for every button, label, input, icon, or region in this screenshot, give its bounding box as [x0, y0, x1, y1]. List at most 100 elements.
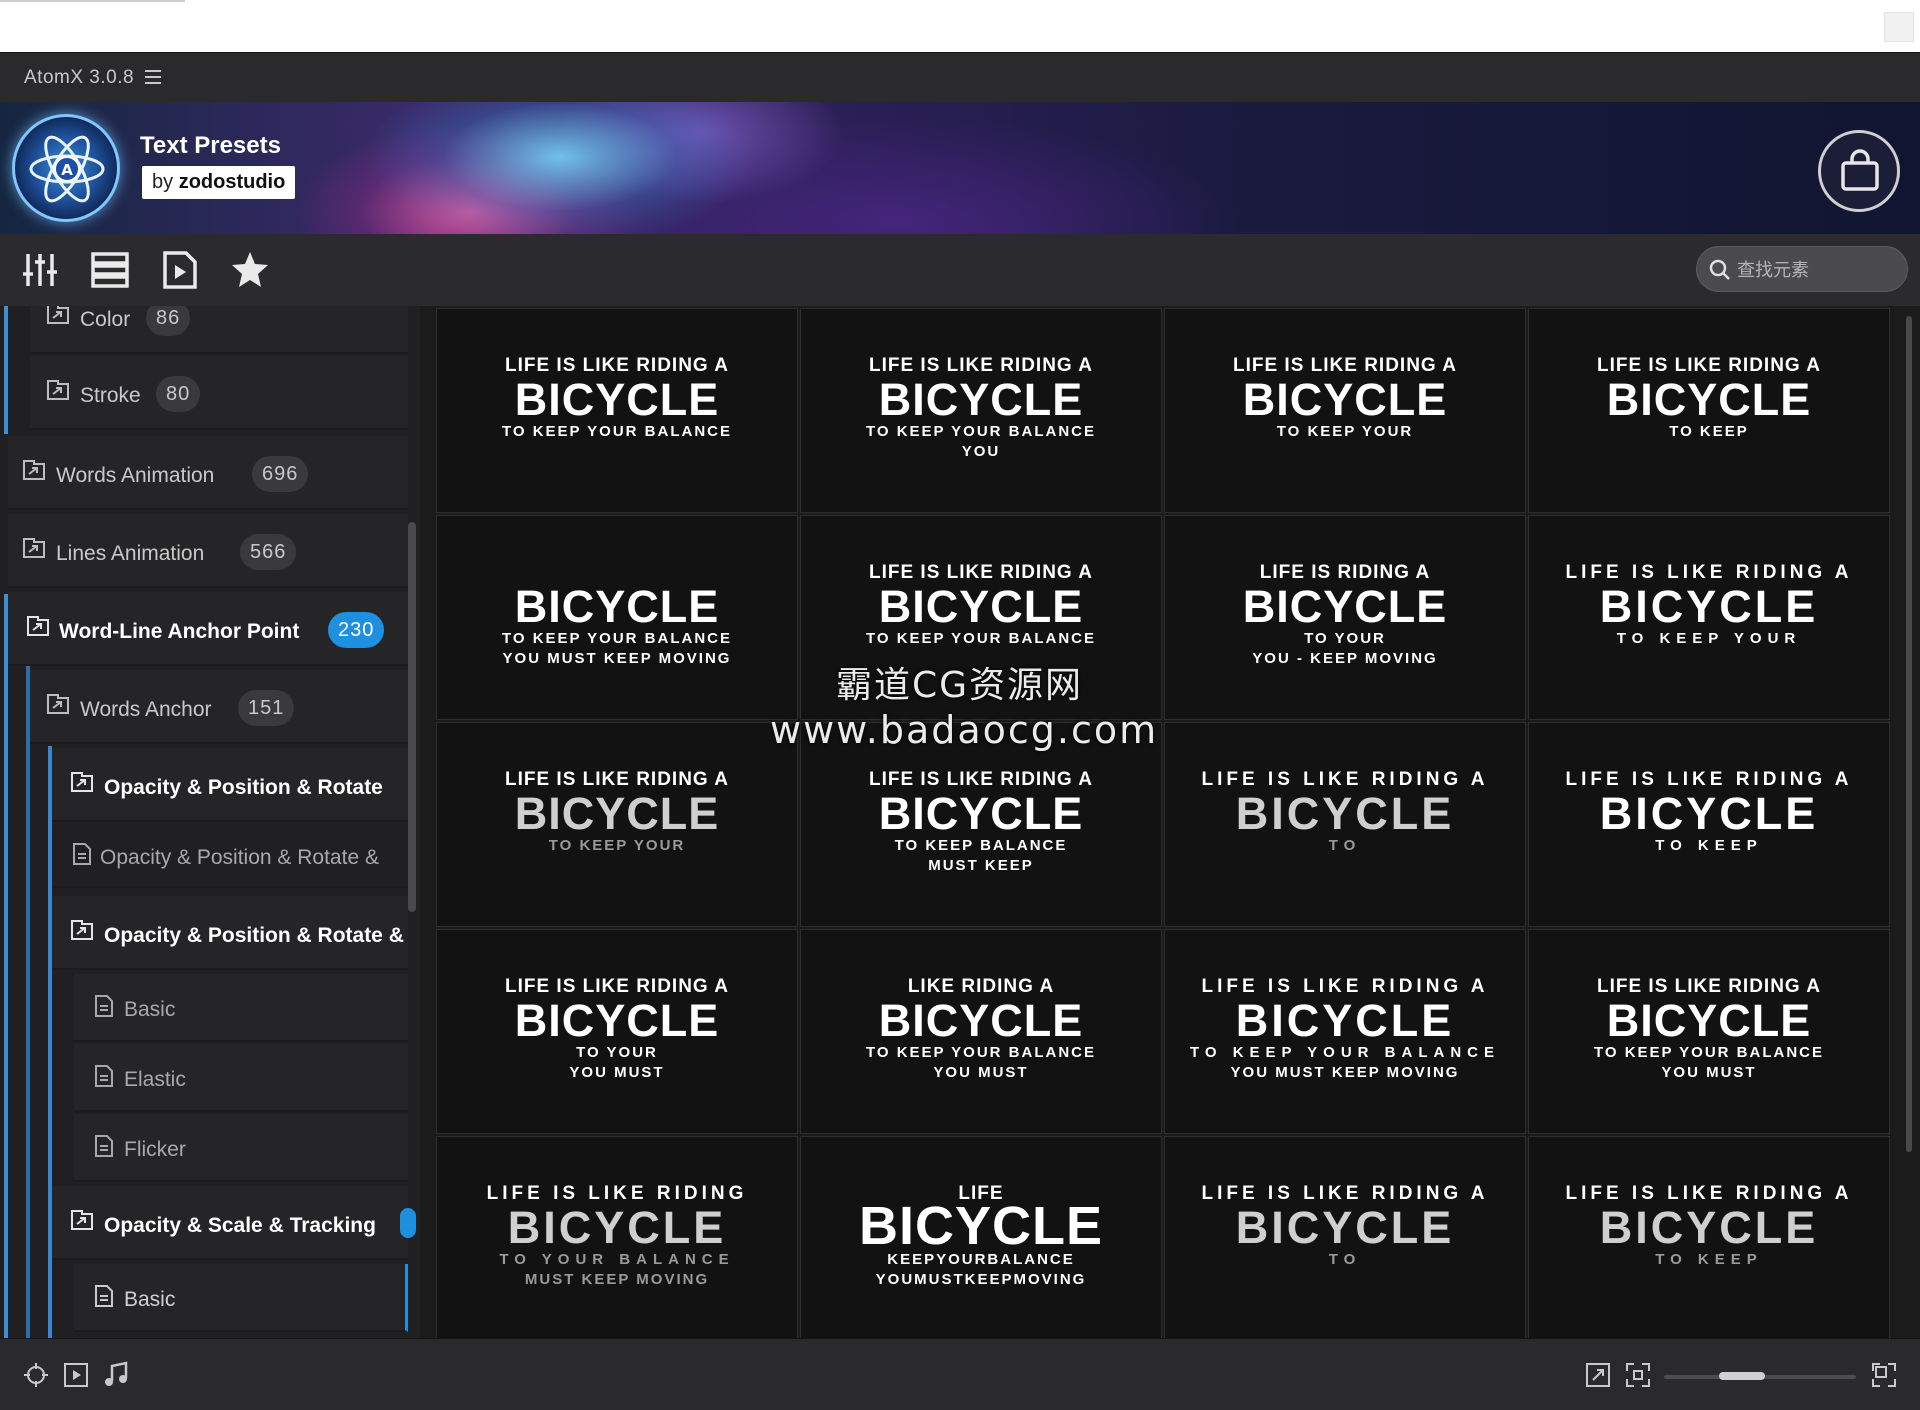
- preset-text-line: YOUMUSTKEEPMOVING: [875, 1271, 1087, 1288]
- list-icon[interactable]: [90, 250, 130, 290]
- count-badge: 230: [328, 612, 385, 648]
- preset-text-line: BICYCLE: [1599, 1202, 1819, 1253]
- sidebar-item-lines-animation[interactable]: Lines Animation 566: [8, 514, 408, 588]
- banner-author: by zodostudio: [142, 166, 296, 199]
- watermark-text: 霸道CG资源网: [836, 665, 1084, 706]
- sidebar-item-words-animation[interactable]: Words Animation 696: [8, 436, 408, 510]
- preset-text-line: YOU MUST: [569, 1064, 665, 1081]
- preset-text-line: BICYCLE: [878, 788, 1084, 839]
- category-sidebar: Color 86 Stroke 80 Words Animation 696 L…: [0, 306, 420, 1338]
- preset-thumbnail[interactable]: LIFE IS LIKE RIDING A BICYCLE TO KEEP YOUR: [436, 722, 798, 927]
- watermark-url: www.badaocg.com: [770, 708, 1159, 752]
- document-icon: [95, 1285, 113, 1307]
- tree-rail: [26, 662, 30, 1338]
- preset-thumbnail[interactable]: LIFE IS LIKE RIDING A BICYCLE TO KEEP BALA…: [800, 722, 1162, 927]
- slider-knob[interactable]: [1719, 1372, 1765, 1380]
- preset-thumbnail[interactable]: LIFE IS LIKE RIDING A BICYCLE TO KEEP YOUR…: [436, 308, 798, 513]
- expand-image-icon[interactable]: [1584, 1361, 1612, 1389]
- sidebar-item-opacity-scale-tracking[interactable]: Opacity & Scale & Tracking: [52, 1186, 416, 1260]
- video-play-icon[interactable]: [62, 1361, 90, 1389]
- tab-indicator: [0, 0, 185, 2]
- sliders-icon[interactable]: [20, 250, 60, 290]
- preset-thumbnail[interactable]: LIFE IS LIKE RIDING A BICYCLE TO: [1164, 1136, 1526, 1341]
- grid-small-icon[interactable]: [1624, 1361, 1652, 1389]
- sidebar-item-opacity-position-rotate[interactable]: Opacity & Position & Rotate: [52, 748, 408, 822]
- banner-title: Text Presets: [140, 132, 281, 159]
- preset-thumbnail[interactable]: LIFE IS LIKE RIDING A BICYCLE TO KEEP YOUR…: [1164, 929, 1526, 1134]
- document-icon: [73, 843, 91, 865]
- bottom-bar: [0, 1338, 1920, 1410]
- star-icon[interactable]: [230, 250, 270, 290]
- folder-link-icon: [71, 1210, 93, 1230]
- window-control-button[interactable]: [1884, 12, 1914, 42]
- preset-thumbnail[interactable]: LIKE RIDING A BICYCLE TO KEEP YOUR BALANCE…: [800, 929, 1162, 1134]
- sidebar-item-label: Color: [80, 308, 131, 331]
- shop-bag-button[interactable]: [1818, 130, 1900, 212]
- folder-link-icon: [71, 920, 93, 940]
- preset-thumbnail[interactable]: LIFE IS LIKE RIDING BICYCLE TO YOUR BALANC…: [436, 1136, 798, 1341]
- sidebar-item-opacity-position-rotate-file[interactable]: Opacity & Position & Rotate &: [52, 822, 408, 888]
- sidebar-item-opacity-position-rotate-expanded[interactable]: Opacity & Position & Rotate &: [52, 896, 408, 970]
- count-badge: 696: [252, 456, 309, 492]
- preset-text-line: BICYCLE: [1606, 995, 1812, 1046]
- preset-text-line: KEEPYOURBALANCE: [887, 1251, 1075, 1268]
- preset-text-line: BICYCLE: [1235, 1202, 1455, 1253]
- sidebar-item-elastic[interactable]: Elastic: [74, 1044, 408, 1112]
- sidebar-item-label: Opacity & Scale & Tracking: [104, 1214, 376, 1237]
- grid-large-icon[interactable]: [1870, 1361, 1898, 1389]
- preset-thumbnail[interactable]: LIFE IS LIKE RIDING A BICYCLE TO KEEP: [1528, 722, 1890, 927]
- sidebar-item-label: Basic: [124, 1288, 176, 1311]
- preset-text-line: TO KEEP: [1669, 423, 1749, 440]
- thumbnail-size-slider[interactable]: [1664, 1372, 1856, 1380]
- music-note-icon[interactable]: [102, 1361, 130, 1389]
- preset-thumbnail[interactable]: LIFE IS LIKE RIDING A BICYCLE TO KEEP YOUR: [1164, 308, 1526, 513]
- sidebar-item-words-anchor[interactable]: Words Anchor 151: [30, 670, 408, 744]
- sidebar-item-label: Opacity & Position & Rotate &: [104, 924, 404, 947]
- preset-text-line: TO KEEP: [1655, 837, 1763, 854]
- preset-thumbnail[interactable]: LIFE IS LIKE RIDING A BICYCLE TO KEEP YOUR…: [1528, 929, 1890, 1134]
- preset-thumbnail[interactable]: LIFE IS LIKE RIDING A BICYCLE TO: [1164, 722, 1526, 927]
- preset-text-line: BICYCLE: [878, 581, 1084, 632]
- preset-text-line: BICYCLE: [514, 581, 720, 632]
- preset-thumbnail[interactable]: LIFE IS LIKE RIDING A BICYCLE TO KEEP YOUR…: [800, 308, 1162, 513]
- folder-link-icon: [71, 772, 93, 792]
- sidebar-item-basic[interactable]: Basic: [74, 974, 408, 1042]
- preset-text-line: TO KEEP YOUR BALANCE: [1593, 1044, 1825, 1061]
- preset-thumbnail[interactable]: BICYCLE TO KEEP YOUR BALANCE YOU MUST KEEP…: [436, 515, 798, 720]
- sidebar-item-flicker[interactable]: Flicker: [74, 1114, 408, 1182]
- object-layer-icon[interactable]: [22, 1361, 50, 1389]
- preset-thumbnail[interactable]: LIFE IS LIKE RIDING A BICYCLE TO YOUR YOU M…: [436, 929, 798, 1134]
- preset-text-line: TO KEEP YOUR BALANCE: [1189, 1044, 1501, 1061]
- sidebar-item-label: Word-Line Anchor Point: [59, 620, 300, 643]
- preset-text-line: TO YOUR: [576, 1044, 658, 1061]
- hamburger-menu-icon[interactable]: [145, 70, 161, 84]
- preset-thumbnail[interactable]: LIFE IS LIKE RIDING A BICYCLE TO KEEP YOUR: [1528, 515, 1890, 720]
- preset-text-line: YOU MUST KEEP MOVING: [1230, 1064, 1460, 1081]
- folder-link-icon: [27, 616, 49, 636]
- sidebar-item-color[interactable]: Color 86: [30, 306, 408, 354]
- preset-thumbnail[interactable]: LIFE IS RIDING A BICYCLE TO YOUR YOU - KEEP…: [1164, 515, 1526, 720]
- count-badge: 86: [146, 306, 191, 336]
- search-box[interactable]: [1696, 246, 1908, 292]
- sidebar-item-word-line-anchor-point[interactable]: Word-Line Anchor Point 230: [8, 592, 408, 666]
- preset-text-line: TO KEEP BALANCE: [894, 837, 1068, 854]
- preset-thumbnail[interactable]: LIFE IS LIKE RIDING A BICYCLE TO KEEP: [1528, 1136, 1890, 1341]
- sidebar-item-label: Stroke: [80, 384, 141, 407]
- grid-scrollbar[interactable]: [1906, 316, 1912, 1152]
- preset-text-line: TO: [1328, 837, 1362, 854]
- sidebar-scrollbar[interactable]: [408, 522, 416, 912]
- preset-text-line: BICYCLE: [1242, 374, 1448, 425]
- search-input[interactable]: [1737, 257, 1897, 283]
- app-titlebar: AtomX 3.0.8: [0, 52, 1920, 102]
- preset-thumbnail[interactable]: LIFE IS LIKE RIDING A BICYCLE TO KEEP: [1528, 308, 1890, 513]
- preset-text-line: BICYCLE: [1606, 374, 1812, 425]
- sidebar-item-stroke[interactable]: Stroke 80: [30, 356, 408, 430]
- sidebar-item-basic-2[interactable]: Basic: [74, 1264, 408, 1332]
- preset-thumbnail[interactable]: LIFE BICYCLE KEEPYOURBALANCE YOUMUSTKEEPMOV…: [800, 1136, 1162, 1341]
- count-badge-edge: [400, 1208, 416, 1238]
- media-file-icon[interactable]: [160, 250, 200, 290]
- sidebar-item-label: Words Animation: [56, 464, 215, 487]
- sidebar-item-label: Elastic: [124, 1068, 186, 1091]
- preset-text-line: BICYCLE: [1242, 581, 1448, 632]
- atom-icon: A: [29, 135, 105, 203]
